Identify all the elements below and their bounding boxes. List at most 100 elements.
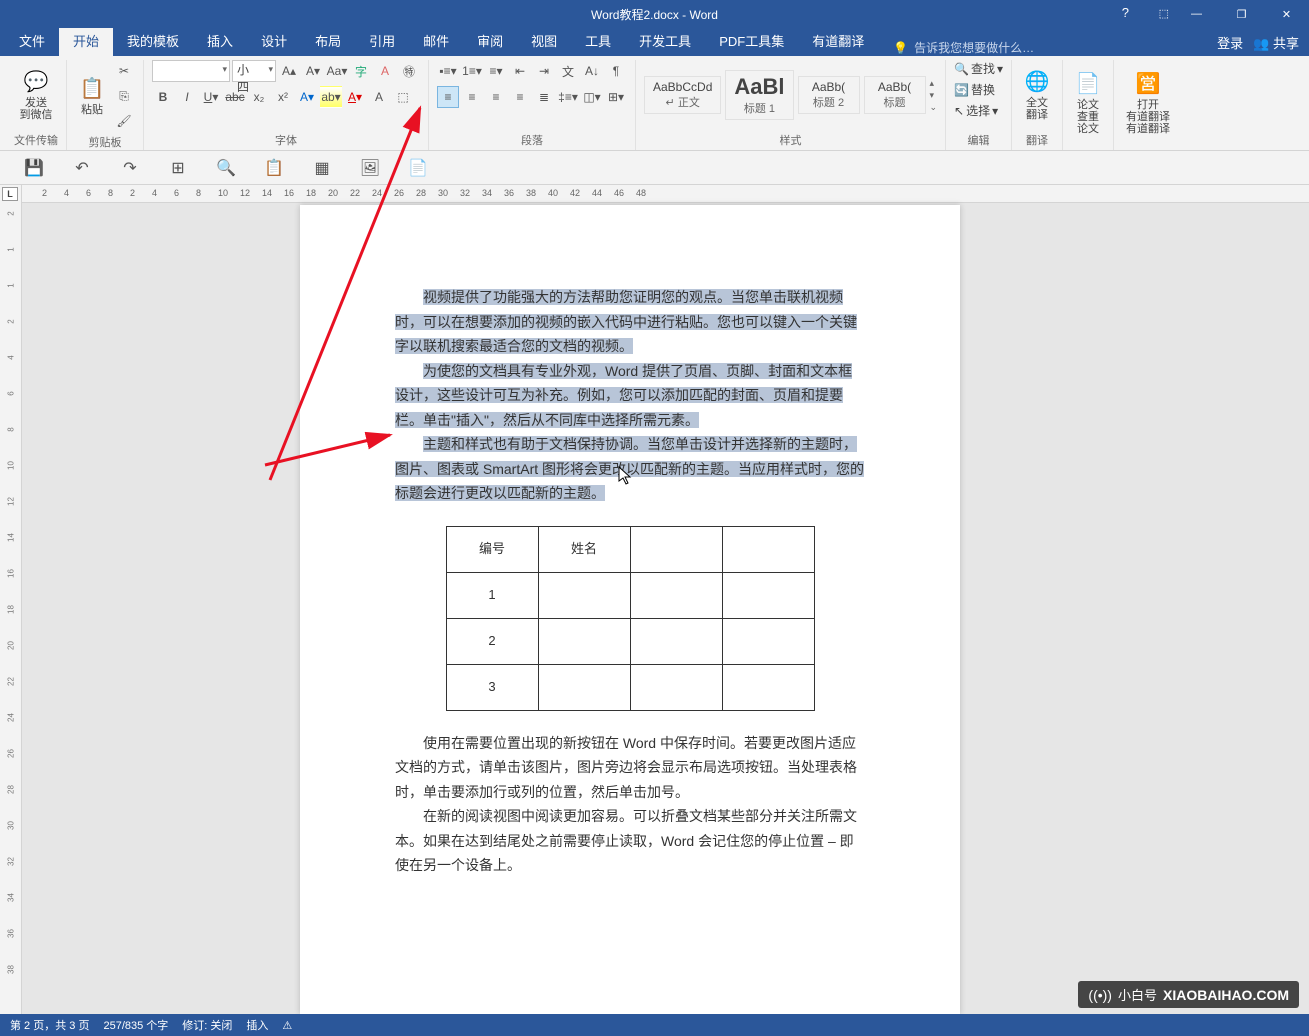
ribbon-display-icon[interactable]: ⬚: [1159, 7, 1169, 20]
distribute-button[interactable]: ≣: [533, 86, 555, 108]
tab-developer[interactable]: 开发工具: [625, 25, 705, 56]
cut-button[interactable]: ✂: [113, 60, 135, 82]
status-word-count[interactable]: 257/835 个字: [103, 1017, 168, 1033]
watermark-badge: ((•)) 小白号 XIAOBAIHAO.COM: [1078, 981, 1299, 1008]
group-label-filetrans: 文件传输: [14, 130, 58, 150]
tell-me-box[interactable]: 💡告诉我您想要做什么…: [878, 39, 1217, 56]
redo-button[interactable]: ↷: [116, 154, 144, 182]
show-marks-button[interactable]: ¶: [605, 60, 627, 82]
send-wechat-button[interactable]: 💬发送 到微信: [16, 67, 57, 123]
styles-up-icon[interactable]: ▴: [930, 78, 938, 89]
save-button[interactable]: 💾: [20, 154, 48, 182]
tab-design[interactable]: 设计: [247, 25, 301, 56]
full-translate-button[interactable]: 🌐全文 翻译: [1020, 67, 1054, 123]
paste-qat-button[interactable]: 📋: [260, 154, 288, 182]
numbering-button[interactable]: 1≡▾: [461, 60, 483, 82]
select-button[interactable]: ↖选择▾: [954, 102, 998, 119]
document-page[interactable]: 视频提供了功能强大的方法帮助您证明您的观点。当您单击联机视频时，可以在想要添加的…: [300, 205, 960, 1014]
body-text: 使用在需要位置出现的新按钮在 Word 中保存时间。若要更改图片适应文档的方式，…: [395, 731, 865, 805]
thesis-icon: 📄: [1075, 71, 1101, 97]
preview-button[interactable]: 🔍: [212, 154, 240, 182]
status-insert-mode[interactable]: 插入: [246, 1017, 268, 1033]
align-left-button[interactable]: ≡: [461, 86, 483, 108]
clear-format-button[interactable]: A: [374, 60, 396, 82]
font-size-combo[interactable]: 小四: [232, 60, 276, 82]
char-border-button[interactable]: ⬚: [392, 86, 414, 108]
increase-indent-button[interactable]: ⇥: [533, 60, 555, 82]
tab-youdao[interactable]: 有道翻译: [798, 25, 878, 56]
tab-review[interactable]: 审阅: [463, 25, 517, 56]
underline-button[interactable]: U▾: [200, 86, 222, 108]
borders-button[interactable]: ⊞▾: [605, 86, 627, 108]
text-effects-button[interactable]: A▾: [296, 86, 318, 108]
style-heading2[interactable]: AaBb(标题 2: [798, 76, 860, 114]
change-case-button[interactable]: Aa▾: [326, 60, 348, 82]
align-justify-button[interactable]: ≡: [437, 86, 459, 108]
styles-more-icon[interactable]: ⌄: [930, 102, 938, 113]
status-page[interactable]: 第 2 页，共 3 页: [10, 1017, 89, 1033]
tab-tools[interactable]: 工具: [571, 25, 625, 56]
tab-view[interactable]: 视图: [517, 25, 571, 56]
tab-templates[interactable]: 我的模板: [113, 25, 193, 56]
find-button[interactable]: 🔍查找▾: [954, 60, 1003, 77]
login-link[interactable]: 登录: [1217, 33, 1243, 52]
decrease-indent-button[interactable]: ⇤: [509, 60, 531, 82]
sort-button[interactable]: A↓: [581, 60, 603, 82]
status-track-changes[interactable]: 修订: 关闭: [182, 1017, 232, 1033]
close-button[interactable]: ✕: [1264, 0, 1309, 28]
multilevel-button[interactable]: ≡▾: [485, 60, 507, 82]
tab-insert[interactable]: 插入: [193, 25, 247, 56]
image-qat-button[interactable]: 🖼: [356, 154, 384, 182]
tab-layout[interactable]: 布局: [301, 25, 355, 56]
replace-icon: 🔄: [954, 83, 969, 97]
replace-button[interactable]: 🔄替换: [954, 81, 995, 98]
italic-button[interactable]: I: [176, 86, 198, 108]
align-center-button[interactable]: ≡: [485, 86, 507, 108]
char-shading-button[interactable]: A: [368, 86, 390, 108]
status-accessibility-icon[interactable]: ⚠: [282, 1019, 292, 1032]
phonetic-guide-button[interactable]: 字: [350, 60, 372, 82]
bullets-button[interactable]: ▪≡▾: [437, 60, 459, 82]
maximize-button[interactable]: ❐: [1219, 0, 1264, 28]
share-button[interactable]: 👥 共享: [1253, 33, 1299, 52]
styles-down-icon[interactable]: ▾: [930, 90, 938, 101]
help-icon[interactable]: ?: [1122, 5, 1129, 20]
style-heading1[interactable]: AaBl标题 1: [725, 70, 793, 120]
style-normal[interactable]: AaBbCcDd↵ 正文: [644, 76, 721, 114]
shading-button[interactable]: ◫▾: [581, 86, 603, 108]
text-direction-button[interactable]: 文: [557, 60, 579, 82]
format-painter-button[interactable]: 🖌: [113, 110, 135, 132]
thesis-check-button[interactable]: 📄论文 查重 论文: [1071, 69, 1105, 137]
document-area: L 2112468101214161820222426283032343638 …: [0, 185, 1309, 1014]
font-name-combo[interactable]: [152, 60, 230, 82]
group-label-font: 字体: [275, 130, 297, 150]
font-color-button[interactable]: A▾: [344, 86, 366, 108]
content-table[interactable]: 编号姓名 1 2 3: [446, 526, 815, 711]
page-qat-button[interactable]: 📄: [404, 154, 432, 182]
search-icon: 🔍: [954, 62, 969, 76]
quick-access-toolbar: 💾 ↶ ↷ ⊞ 🔍 📋 ▦ 🖼 📄: [0, 151, 1309, 185]
tab-file[interactable]: 文件: [5, 25, 59, 56]
superscript-button[interactable]: x²: [272, 86, 294, 108]
paste-button[interactable]: 📋粘贴: [75, 74, 109, 118]
open-youdao-button[interactable]: 🈺打开 有道翻译 有道翻译: [1122, 69, 1174, 137]
align-right-button[interactable]: ≡: [509, 86, 531, 108]
bold-button[interactable]: B: [152, 86, 174, 108]
line-spacing-button[interactable]: ‡≡▾: [557, 86, 579, 108]
subscript-button[interactable]: x₂: [248, 86, 270, 108]
shrink-font-button[interactable]: A▾: [302, 60, 324, 82]
undo-button[interactable]: ↶: [68, 154, 96, 182]
highlight-button[interactable]: ab▾: [320, 86, 342, 108]
tab-selector[interactable]: L: [2, 187, 18, 201]
table-qat-button[interactable]: ▦: [308, 154, 336, 182]
copy-button[interactable]: ⎘: [113, 85, 135, 107]
grid-button[interactable]: ⊞: [164, 154, 192, 182]
tab-home[interactable]: 开始: [59, 25, 113, 56]
tab-pdf-tools[interactable]: PDF工具集: [705, 25, 798, 56]
grow-font-button[interactable]: A▴: [278, 60, 300, 82]
style-title[interactable]: AaBb(标题: [864, 76, 926, 114]
enclose-char-button[interactable]: ㊕: [398, 60, 420, 82]
tab-mailings[interactable]: 邮件: [409, 25, 463, 56]
tab-references[interactable]: 引用: [355, 25, 409, 56]
minimize-button[interactable]: —: [1174, 0, 1219, 28]
